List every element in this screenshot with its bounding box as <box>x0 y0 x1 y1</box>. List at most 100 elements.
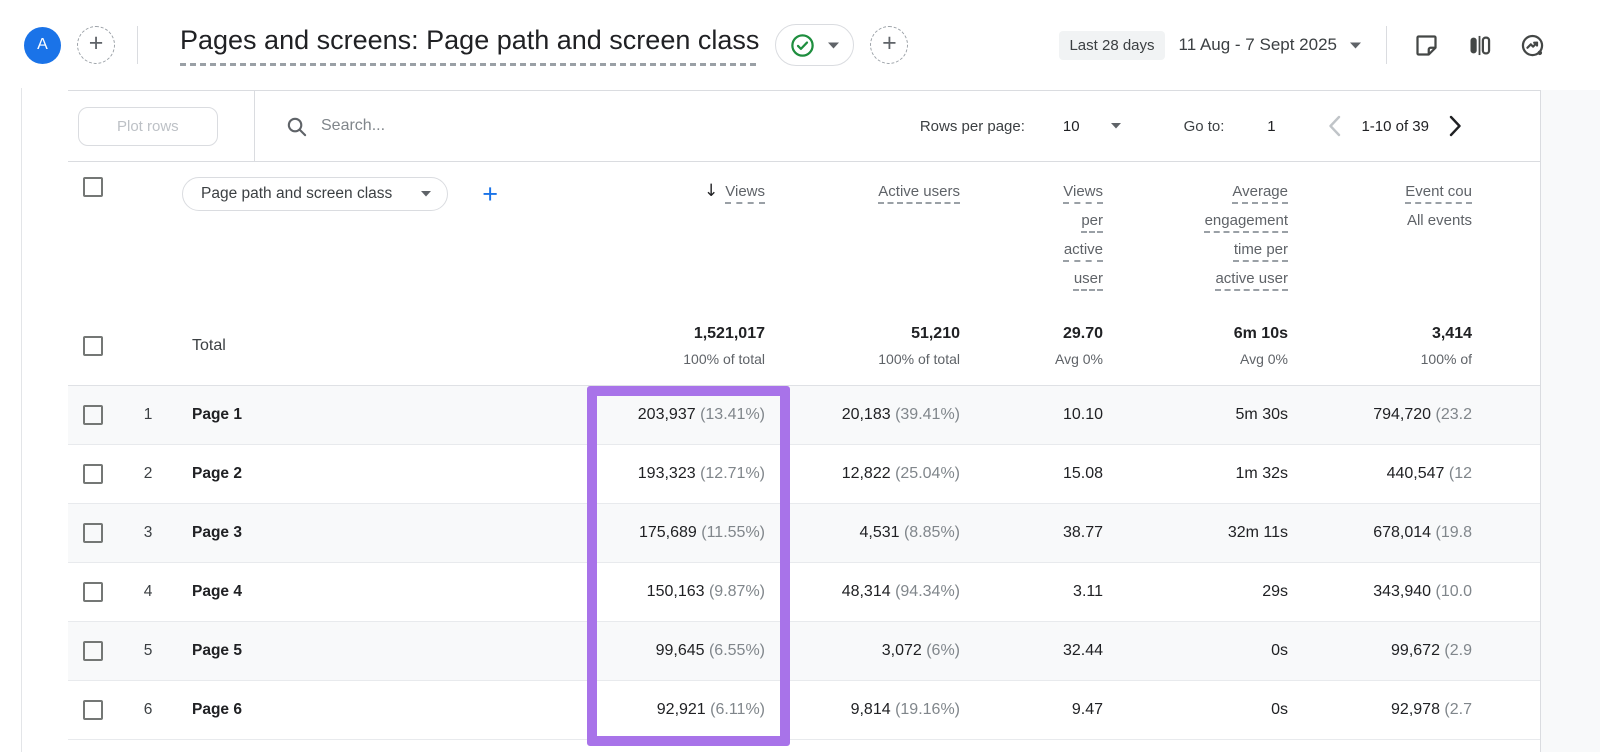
views-cell: 175,689 (11.55%) <box>583 524 790 542</box>
next-page-icon[interactable] <box>1449 115 1462 137</box>
event-count-value: 343,940 <box>1373 583 1431 600</box>
event-count-cell: 440,547 (12 <box>1301 465 1472 483</box>
plot-rows-button[interactable]: Plot rows <box>78 107 218 146</box>
engagement-time-cell: 5m 30s <box>1116 406 1301 424</box>
views-cell: 99,645 (6.55%) <box>583 642 790 660</box>
active-users-cell: 48,314 (94.34%) <box>790 583 973 601</box>
divider <box>1386 26 1387 64</box>
select-all-checkbox[interactable] <box>83 177 103 197</box>
notes-icon[interactable] <box>1413 32 1440 59</box>
row-index: 6 <box>118 701 178 719</box>
report-table-panel: Plot rows Rows per page: 10 Go to: 1-10 … <box>68 90 1540 752</box>
date-range-label[interactable]: 11 Aug - 7 Sept 2025 <box>1179 35 1337 55</box>
active-users-percent: (25.04%) <box>895 465 960 482</box>
compare-panels-icon[interactable] <box>1466 32 1493 59</box>
views-value: 150,163 <box>647 583 705 600</box>
active-users-value: 9,814 <box>851 701 891 718</box>
row-checkbox[interactable] <box>83 641 103 661</box>
active-users-value: 48,314 <box>842 583 891 600</box>
row-index: 3 <box>118 524 178 542</box>
page-name: Page 1 <box>178 406 583 424</box>
table-search <box>285 115 641 138</box>
totals-active-users: 51,210100% of total <box>790 325 973 367</box>
insights-icon[interactable] <box>1519 32 1546 59</box>
page-name: Page 4 <box>178 583 583 601</box>
plot-rows-cell: Plot rows <box>68 91 255 161</box>
table-header-row: Page path and screen class + ↓Views Acti… <box>68 162 1540 307</box>
event-count-value: 440,547 <box>1387 465 1445 482</box>
event-count-value: 678,014 <box>1373 524 1431 541</box>
row-checkbox[interactable] <box>83 700 103 720</box>
event-count-cell: 99,672 (2.9 <box>1301 642 1472 660</box>
table-row: 4 Page 4 150,163 (9.87%) 48,314 (94.34%)… <box>68 563 1540 622</box>
engagement-time-cell: 32m 11s <box>1116 524 1301 542</box>
active-users-cell: 20,183 (39.41%) <box>790 406 973 424</box>
go-to-page-input[interactable] <box>1254 118 1288 135</box>
totals-label: Total <box>178 337 583 355</box>
page-title[interactable]: Pages and screens: Page path and screen … <box>180 25 759 66</box>
column-header-views-per-active-user[interactable]: Views per active user <box>973 177 1116 293</box>
active-users-percent: (94.34%) <box>895 583 960 600</box>
dimension-selector-label: Page path and screen class <box>201 185 392 203</box>
views-cell: 203,937 (13.41%) <box>583 406 790 424</box>
active-users-cell: 4,531 (8.85%) <box>790 524 973 542</box>
row-index: 5 <box>118 642 178 660</box>
table-body: 1 Page 1 203,937 (13.41%) 20,183 (39.41%… <box>68 386 1540 740</box>
column-header-active-users[interactable]: Active users <box>790 177 973 206</box>
event-count-percent: (12 <box>1449 465 1472 482</box>
event-count-cell: 92,978 (2.7 <box>1301 701 1472 719</box>
row-index: 1 <box>118 406 178 424</box>
rows-per-page-value[interactable]: 10 <box>1063 118 1080 135</box>
active-users-cell: 12,822 (25.04%) <box>790 465 973 483</box>
totals-engagement-time: 6m 10sAvg 0% <box>1116 325 1301 367</box>
event-count-percent: (23.2 <box>1436 406 1472 423</box>
views-cell: 193,323 (12.71%) <box>583 465 790 483</box>
active-users-value: 12,822 <box>842 465 891 482</box>
table-row: 1 Page 1 203,937 (13.41%) 20,183 (39.41%… <box>68 386 1540 445</box>
table-row: 2 Page 2 193,323 (12.71%) 12,822 (25.04%… <box>68 445 1540 504</box>
views-cell: 92,921 (6.11%) <box>583 701 790 719</box>
row-index: 2 <box>118 465 178 483</box>
column-header-event-count[interactable]: Event cou All events <box>1301 177 1472 235</box>
active-users-percent: (39.41%) <box>895 406 960 423</box>
row-checkbox[interactable] <box>83 523 103 543</box>
chevron-down-icon[interactable] <box>1110 122 1122 130</box>
avatar[interactable]: A <box>24 27 61 64</box>
event-count-percent: (19.8 <box>1436 524 1472 541</box>
page-range-label: 1-10 of 39 <box>1361 118 1429 135</box>
active-users-percent: (8.85%) <box>904 524 960 541</box>
chevron-down-icon <box>420 190 432 198</box>
add-report-tab-button[interactable]: + <box>77 26 115 64</box>
views-per-user-cell: 10.10 <box>973 406 1116 424</box>
event-filter-label: All events <box>1301 206 1472 235</box>
add-dimension-button[interactable]: + <box>482 181 498 208</box>
totals-checkbox[interactable] <box>83 336 103 356</box>
header-actions: Last 28 days 11 Aug - 7 Sept 2025 <box>1059 26 1546 64</box>
row-checkbox[interactable] <box>83 405 103 425</box>
chevron-down-icon[interactable] <box>1349 41 1362 50</box>
row-checkbox[interactable] <box>83 582 103 602</box>
divider <box>137 26 138 64</box>
add-comparison-button[interactable]: + <box>870 26 908 64</box>
previous-page-icon[interactable] <box>1328 115 1341 137</box>
views-value: 193,323 <box>638 465 696 482</box>
row-checkbox[interactable] <box>83 464 103 484</box>
active-users-value: 3,072 <box>882 642 922 659</box>
column-header-avg-engagement[interactable]: Average engagement time per active user <box>1116 177 1301 293</box>
event-count-cell: 794,720 (23.2 <box>1301 406 1472 424</box>
column-header-views[interactable]: ↓Views <box>583 177 790 206</box>
search-input[interactable] <box>321 117 641 135</box>
views-percent: (9.87%) <box>709 583 765 600</box>
active-users-cell: 9,814 (19.16%) <box>790 701 973 719</box>
engagement-time-cell: 1m 32s <box>1116 465 1301 483</box>
report-status-dropdown[interactable] <box>775 24 854 66</box>
dimension-selector[interactable]: Page path and screen class <box>182 177 448 211</box>
engagement-time-cell: 0s <box>1116 642 1301 660</box>
date-preset-badge[interactable]: Last 28 days <box>1059 31 1164 60</box>
event-count-percent: (2.7 <box>1444 701 1472 718</box>
views-per-user-cell: 9.47 <box>973 701 1116 719</box>
sort-descending-icon: ↓ <box>704 181 718 201</box>
views-value: 175,689 <box>639 524 697 541</box>
views-per-user-cell: 38.77 <box>973 524 1116 542</box>
chevron-down-icon <box>827 41 840 50</box>
